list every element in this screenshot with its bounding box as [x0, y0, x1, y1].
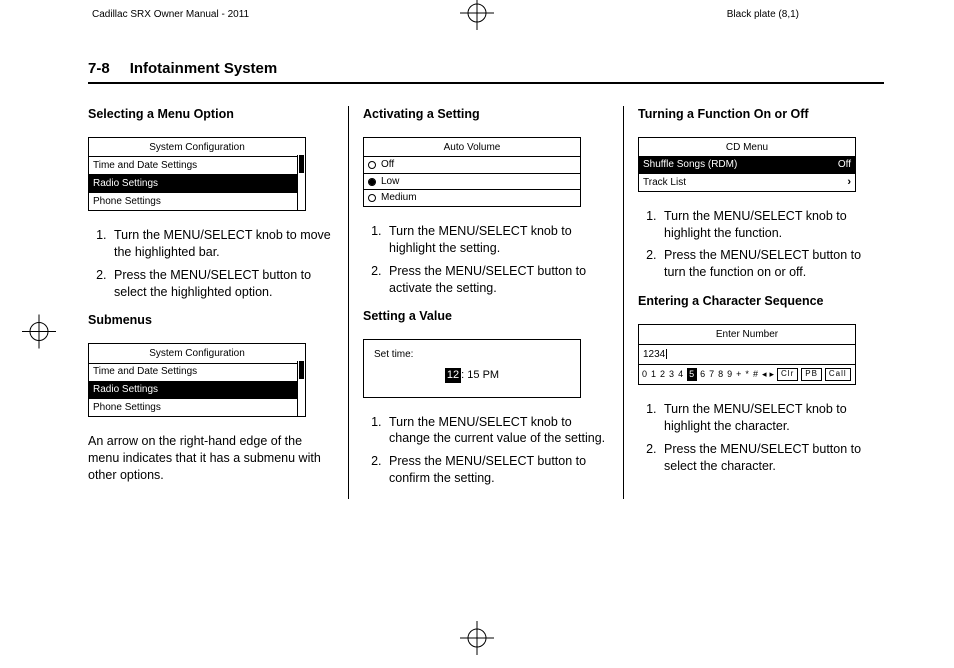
- menu-row: Time and Date Settings›: [89, 363, 305, 381]
- set-time-label: Set time:: [374, 349, 413, 360]
- option-row-selected: Low: [364, 173, 580, 190]
- step-item: Press the MENU/SELECT button to confirm …: [385, 453, 609, 487]
- menu-row: Phone Settings›: [89, 398, 305, 416]
- option-row: Off: [364, 156, 580, 173]
- radio-on-icon: [368, 178, 376, 186]
- menu-row-highlighted: Radio Settings›: [89, 174, 305, 192]
- scrollbar: [297, 155, 305, 210]
- heading-setting-value: Setting a Value: [363, 308, 609, 325]
- step-item: Press the MENU/SELECT button to activate…: [385, 263, 609, 297]
- menu-row: Phone Settings›: [89, 192, 305, 210]
- steps-list: Turn the MENU/SELECT knob to highlight t…: [638, 401, 884, 475]
- key-highlighted: 5: [687, 368, 697, 380]
- scrollbar: [297, 361, 305, 416]
- heading-activating-setting: Activating a Setting: [363, 106, 609, 123]
- keypad-row: 0 1 2 3 4 5 6 7 8 9 + * # ◂▸ Clr PB Call: [639, 364, 855, 384]
- option-row: Medium: [364, 189, 580, 206]
- heading-submenus: Submenus: [88, 312, 334, 329]
- heading-entering-chars: Entering a Character Sequence: [638, 293, 884, 310]
- menu-row: Track List›: [639, 173, 855, 191]
- step-item: Press the MENU/SELECT button to select t…: [660, 441, 884, 475]
- page-number: 7-8: [88, 60, 110, 77]
- chevron-right-icon: ›: [847, 175, 851, 190]
- page-header: 7-8 Infotainment System: [88, 60, 884, 84]
- figure-title: System Configuration: [89, 344, 305, 363]
- figure-title: Auto Volume: [364, 138, 580, 157]
- entered-value-row: 1234: [639, 344, 855, 365]
- step-item: Press the MENU/SELECT button to turn the…: [660, 247, 884, 281]
- radio-off-icon: [368, 161, 376, 169]
- figure-title: System Configuration: [89, 138, 305, 157]
- menu-row-highlighted: Radio Settings›: [89, 381, 305, 399]
- value-off: Off: [838, 158, 851, 172]
- chapter-title: Infotainment System: [130, 60, 278, 77]
- step-item: Turn the MENU/SELECT knob to highlight t…: [660, 401, 884, 435]
- radio-off-icon: [368, 194, 376, 202]
- figure-system-config-2: System Configuration Time and Date Setti…: [88, 343, 306, 417]
- time-rest: : 15 PM: [461, 369, 499, 381]
- plate-label: Black plate (8,1): [727, 9, 799, 20]
- hour-highlight: 12: [445, 368, 461, 383]
- figure-cd-menu: CD Menu Shuffle Songs (RDM)Off Track Lis…: [638, 137, 856, 192]
- call-button: Call: [825, 368, 851, 381]
- figure-enter-number: Enter Number 1234 0 1 2 3 4 5 6 7 8 9 + …: [638, 324, 856, 385]
- menu-row: Time and Date Settings›: [89, 156, 305, 174]
- steps-list: Turn the MENU/SELECT knob to highlight t…: [638, 208, 884, 282]
- step-item: Turn the MENU/SELECT knob to move the hi…: [110, 227, 334, 261]
- arrow-right-icon: ▸: [769, 368, 774, 380]
- paragraph: An arrow on the right-hand edge of the m…: [88, 433, 334, 484]
- steps-list: Turn the MENU/SELECT knob to highlight t…: [363, 223, 609, 297]
- pb-button: PB: [801, 368, 822, 381]
- step-item: Press the MENU/SELECT button to select t…: [110, 267, 334, 301]
- doc-title: Cadillac SRX Owner Manual - 2011: [92, 9, 249, 20]
- column-1: Selecting a Menu Option System Configura…: [88, 106, 348, 499]
- heading-function-on-off: Turning a Function On or Off: [638, 106, 884, 123]
- arrow-left-icon: ◂: [762, 368, 767, 380]
- column-2: Activating a Setting Auto Volume Off Low…: [348, 106, 623, 499]
- step-item: Turn the MENU/SELECT knob to highlight t…: [660, 208, 884, 242]
- figure-title: Enter Number: [639, 325, 855, 344]
- crop-mark-top-icon: [460, 0, 494, 33]
- crop-mark-bottom-icon: [460, 621, 494, 660]
- heading-selecting-menu: Selecting a Menu Option: [88, 106, 334, 123]
- clr-button: Clr: [777, 368, 798, 381]
- figure-system-config-1: System Configuration Time and Date Setti…: [88, 137, 306, 211]
- step-item: Turn the MENU/SELECT knob to highlight t…: [385, 223, 609, 257]
- steps-list: Turn the MENU/SELECT knob to change the …: [363, 414, 609, 488]
- figure-set-time: Set time: 12: 15 PM: [363, 339, 581, 397]
- steps-list: Turn the MENU/SELECT knob to move the hi…: [88, 227, 334, 301]
- figure-title: CD Menu: [639, 138, 855, 157]
- figure-auto-volume: Auto Volume Off Low Medium: [363, 137, 581, 207]
- column-3: Turning a Function On or Off CD Menu Shu…: [623, 106, 884, 499]
- menu-row-highlighted: Shuffle Songs (RDM)Off: [639, 156, 855, 173]
- cursor-icon: [666, 349, 667, 359]
- step-item: Turn the MENU/SELECT knob to change the …: [385, 414, 609, 448]
- crop-mark-left-icon: [22, 315, 56, 354]
